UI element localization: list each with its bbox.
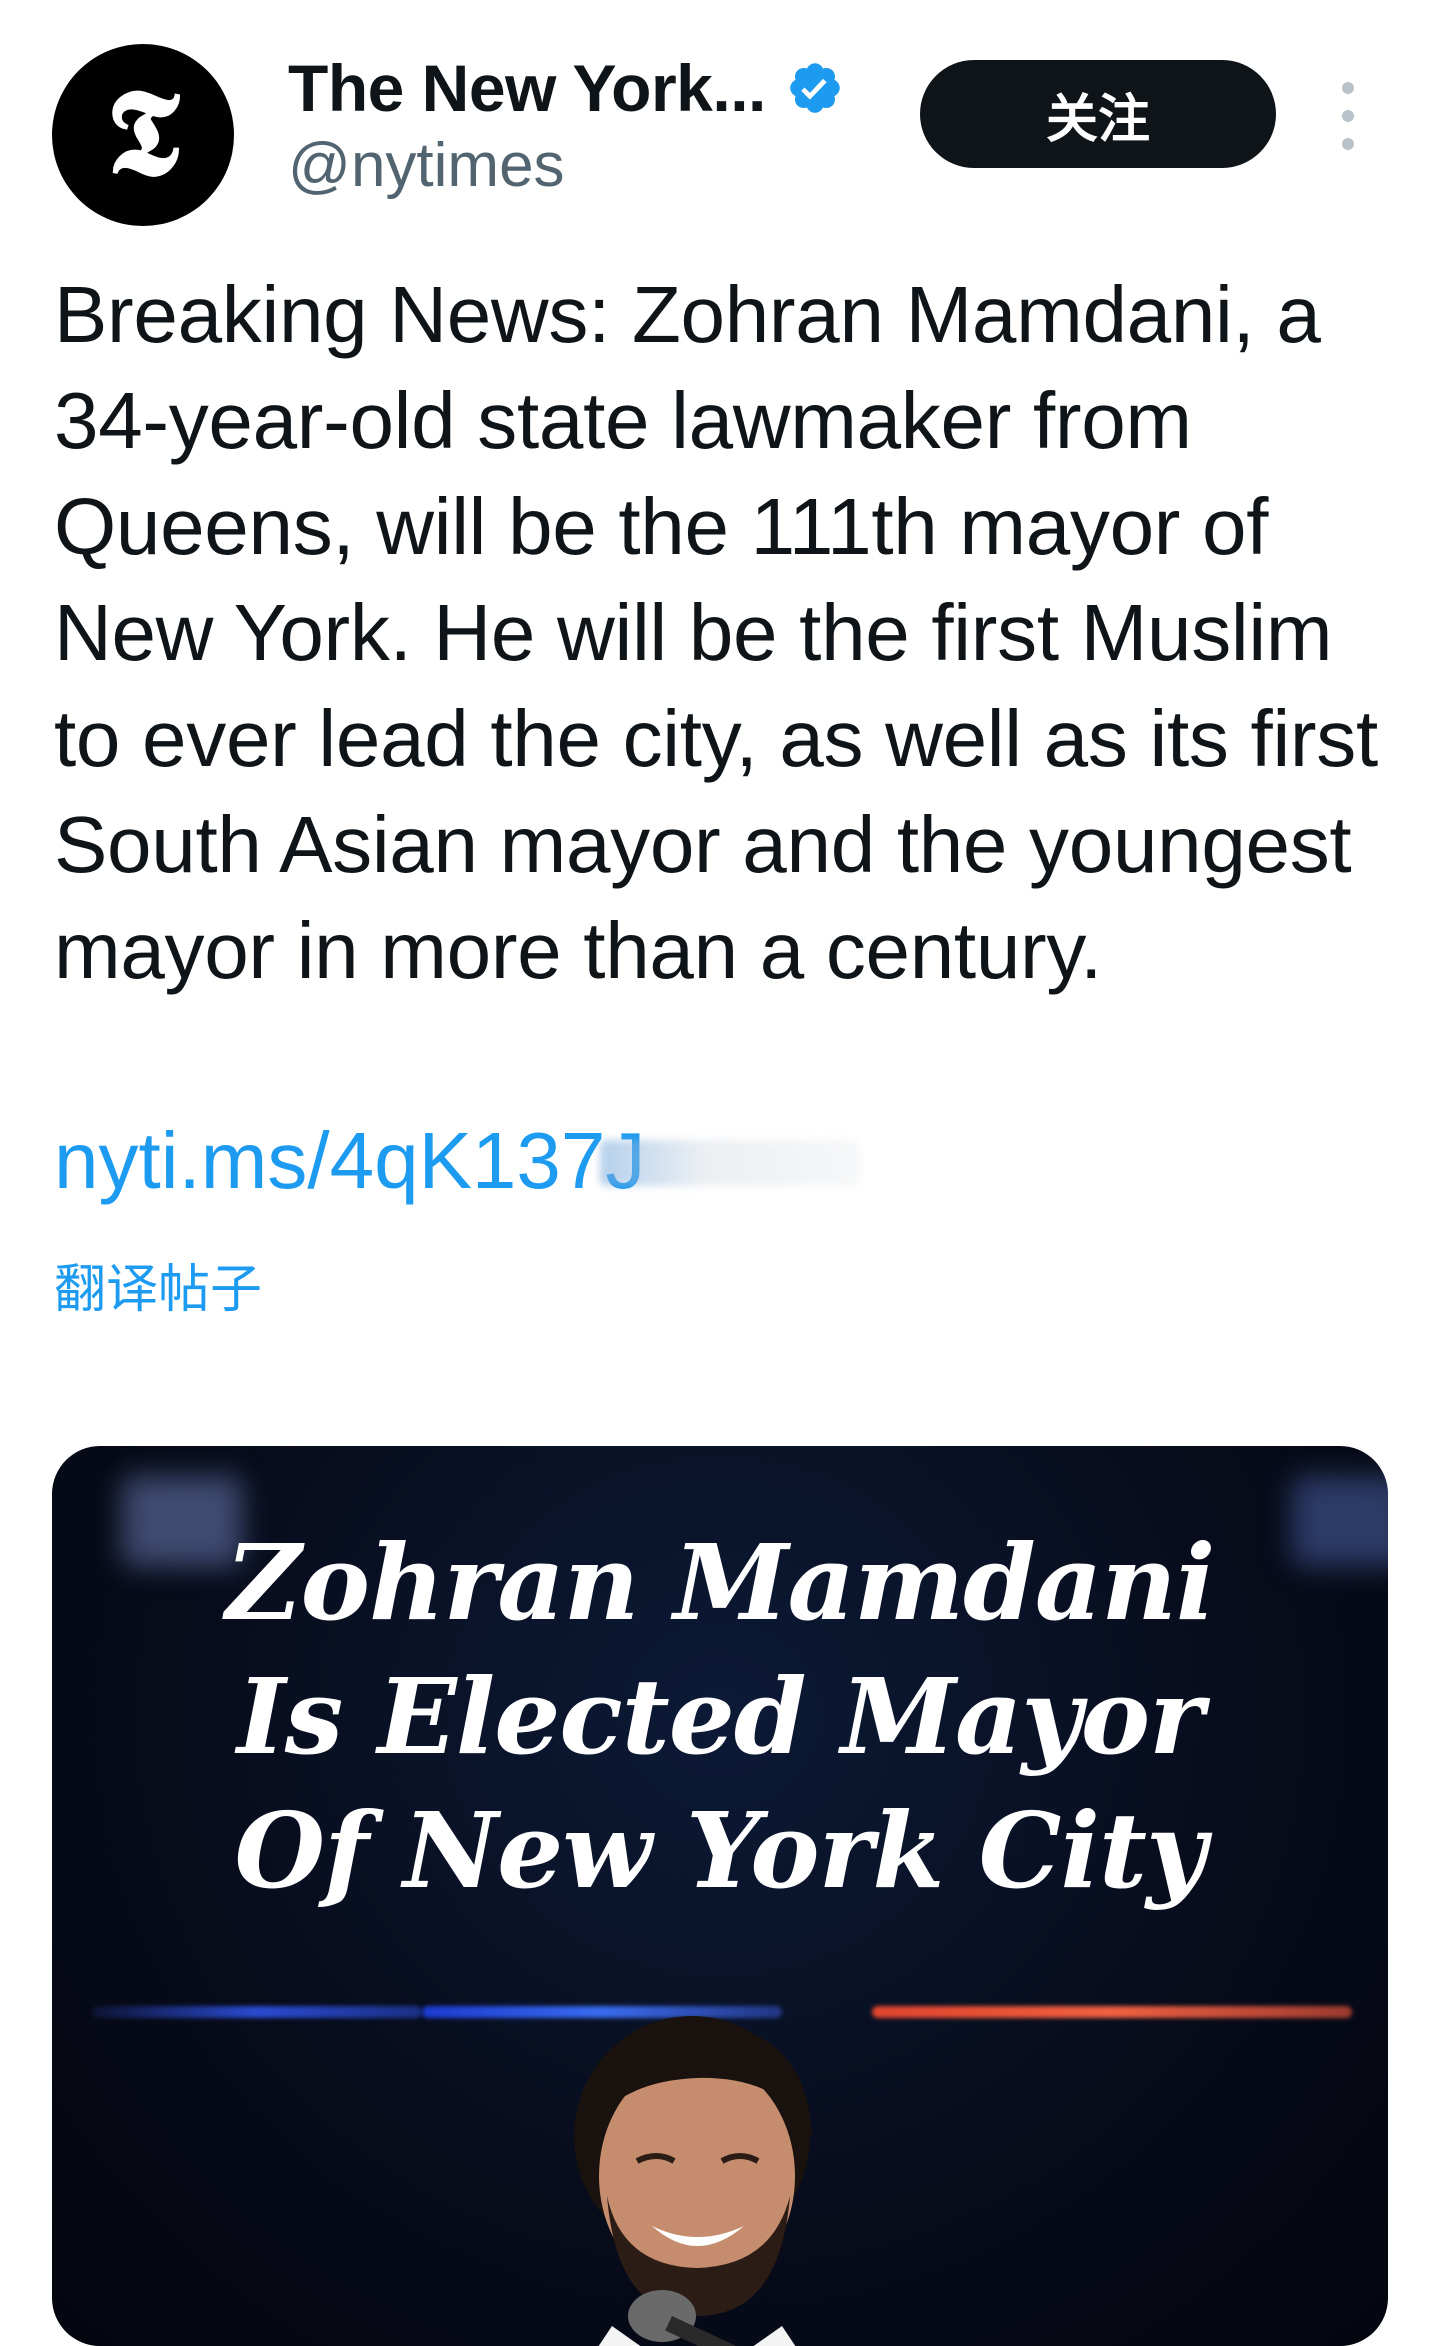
display-name[interactable]: The New York... (288, 50, 766, 126)
headline-line: Of New York City (234, 1789, 1207, 1912)
verified-badge-icon (790, 63, 840, 113)
handle[interactable]: @nytimes (288, 130, 565, 201)
stage-light-strip (872, 2006, 1352, 2018)
more-dot (1342, 82, 1354, 94)
stage-light-strip (92, 2006, 422, 2018)
tweet-link[interactable]: nyti.ms/4qK137J (54, 1108, 645, 1214)
more-dot (1342, 138, 1354, 150)
name-row: The New York... (288, 48, 844, 128)
tweet-header: 𝕿 The New York... @nytimes 关注 (0, 0, 1439, 240)
nyt-logo-icon: 𝕿 (106, 62, 180, 203)
link-redaction-blur (600, 1140, 860, 1186)
headline-line: Zohran Mamdani (225, 1521, 1216, 1644)
more-dot (1342, 110, 1354, 122)
person-photo (574, 2016, 812, 2346)
avatar[interactable]: 𝕿 (52, 44, 234, 226)
media-image[interactable]: Zohran Mamdani Is Elected Mayor Of New Y… (52, 1446, 1388, 2346)
media-headline: Zohran Mamdani Is Elected Mayor Of New Y… (52, 1516, 1388, 1918)
follow-button[interactable]: 关注 (920, 60, 1276, 168)
translate-post-link[interactable]: 翻译帖子 (54, 1250, 262, 1330)
tweet-text: Breaking News: Zohran Mamdani, a 34-year… (54, 270, 1378, 995)
more-vertical-icon[interactable] (1326, 76, 1370, 156)
headline-line: Is Elected Mayor (237, 1655, 1204, 1778)
